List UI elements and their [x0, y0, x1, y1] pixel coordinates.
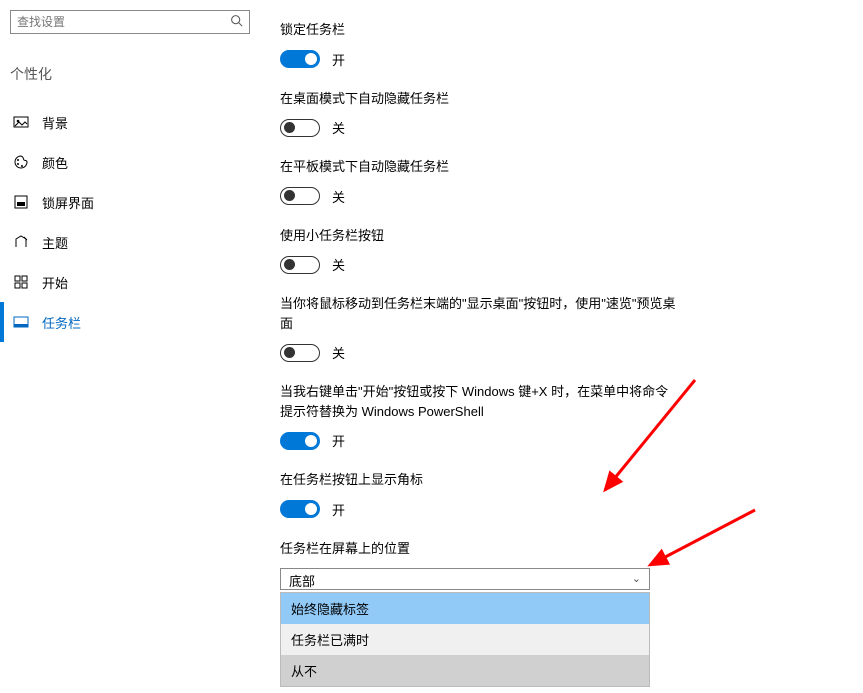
search-box[interactable] — [10, 10, 250, 34]
nav-start[interactable]: 开始 — [10, 262, 250, 302]
setting-small-buttons: 使用小任务栏按钮 关 — [280, 226, 680, 275]
nav-list: 背景 颜色 锁屏界面 主题 开始 — [10, 102, 250, 342]
toggle-state: 关 — [332, 343, 345, 362]
setting-autohide-desktop: 在桌面模式下自动隐藏任务栏 关 — [280, 89, 680, 138]
toggle-state: 关 — [332, 187, 345, 206]
theme-icon — [12, 233, 30, 251]
toggle-state: 关 — [332, 255, 345, 274]
setting-label: 任务栏在屏幕上的位置 — [280, 539, 680, 559]
toggle-powershell[interactable] — [280, 432, 320, 450]
nav-taskbar[interactable]: 任务栏 — [10, 302, 250, 342]
nav-label: 开始 — [42, 273, 68, 292]
sidebar: 个性化 背景 颜色 锁屏界面 主题 — [10, 10, 250, 342]
dropdown-value: 底部 — [289, 574, 315, 589]
nav-background[interactable]: 背景 — [10, 102, 250, 142]
setting-label: 当你将鼠标移动到任务栏末端的"显示桌面"按钮时，使用"速览"预览桌面 — [280, 294, 680, 333]
setting-lock-taskbar: 锁定任务栏 开 — [280, 20, 680, 69]
setting-label: 在任务栏按钮上显示角标 — [280, 470, 680, 490]
dropdown-position[interactable]: 底部 ⌄ — [280, 568, 650, 590]
nav-label: 任务栏 — [42, 313, 81, 332]
nav-label: 颜色 — [42, 153, 68, 172]
content-panel: 锁定任务栏 开 在桌面模式下自动隐藏任务栏 关 在平板模式下自动隐藏任务栏 关 … — [280, 20, 680, 693]
option-when-full[interactable]: 任务栏已满时 — [281, 624, 649, 655]
toggle-state: 开 — [332, 50, 345, 69]
toggle-autohide-tablet[interactable] — [280, 187, 320, 205]
setting-label: 当我右键单击"开始"按钮或按下 Windows 键+X 时，在菜单中将命令提示符… — [280, 382, 680, 421]
toggle-autohide-desktop[interactable] — [280, 119, 320, 137]
toggle-state: 开 — [332, 431, 345, 450]
setting-peek: 当你将鼠标移动到任务栏末端的"显示桌面"按钮时，使用"速览"预览桌面 关 — [280, 294, 680, 362]
picture-icon — [12, 113, 30, 131]
section-title: 个性化 — [10, 64, 250, 84]
nav-themes[interactable]: 主题 — [10, 222, 250, 262]
toggle-state: 开 — [332, 500, 345, 519]
toggle-state: 关 — [332, 118, 345, 137]
dropdown-options: 始终隐藏标签 任务栏已满时 从不 — [280, 592, 650, 687]
toggle-badges[interactable] — [280, 500, 320, 518]
nav-label: 锁屏界面 — [42, 193, 94, 212]
toggle-small-buttons[interactable] — [280, 256, 320, 274]
setting-autohide-tablet: 在平板模式下自动隐藏任务栏 关 — [280, 157, 680, 206]
setting-powershell: 当我右键单击"开始"按钮或按下 Windows 键+X 时，在菜单中将命令提示符… — [280, 382, 680, 450]
palette-icon — [12, 153, 30, 171]
option-never[interactable]: 从不 — [281, 655, 649, 686]
setting-label: 使用小任务栏按钮 — [280, 226, 680, 246]
start-icon — [12, 273, 30, 291]
nav-lockscreen[interactable]: 锁屏界面 — [10, 182, 250, 222]
taskbar-icon — [12, 313, 30, 331]
setting-label: 在平板模式下自动隐藏任务栏 — [280, 157, 680, 177]
setting-badges: 在任务栏按钮上显示角标 开 — [280, 470, 680, 519]
toggle-peek[interactable] — [280, 344, 320, 362]
nav-label: 主题 — [42, 233, 68, 252]
nav-colors[interactable]: 颜色 — [10, 142, 250, 182]
setting-label: 锁定任务栏 — [280, 20, 680, 40]
chevron-down-icon: ⌄ — [632, 572, 641, 585]
nav-label: 背景 — [42, 113, 68, 132]
lockscreen-icon — [12, 193, 30, 211]
setting-label: 在桌面模式下自动隐藏任务栏 — [280, 89, 680, 109]
toggle-lock-taskbar[interactable] — [280, 50, 320, 68]
setting-position: 任务栏在屏幕上的位置 底部 ⌄ 始终隐藏标签 任务栏已满时 从不 — [280, 539, 680, 688]
search-icon — [230, 14, 243, 30]
search-input[interactable] — [11, 11, 221, 33]
